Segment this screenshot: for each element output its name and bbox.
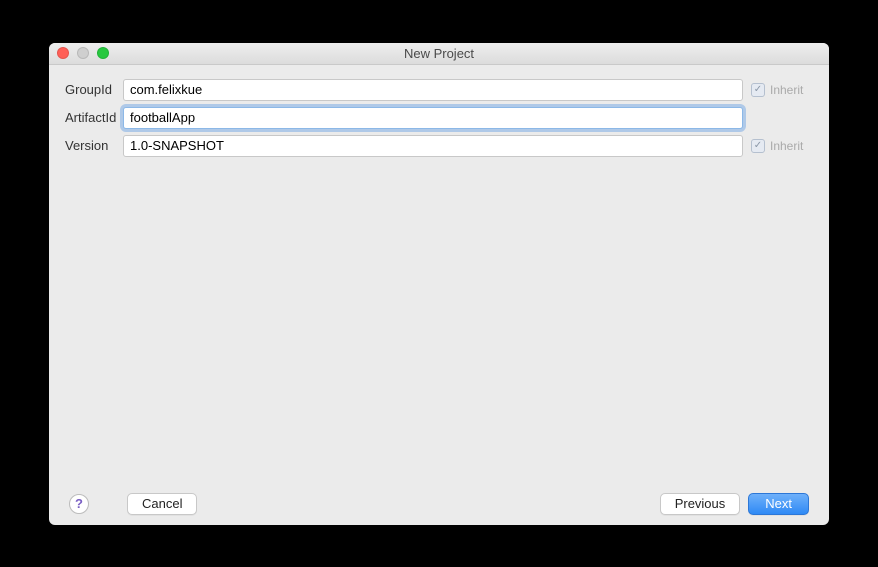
group-id-inherit: ✓ Inherit	[751, 83, 813, 97]
version-row: Version ✓ Inherit	[65, 135, 813, 157]
group-id-inherit-checkbox: ✓	[751, 83, 765, 97]
dialog-content: GroupId ✓ Inherit ArtifactId Version ✓ I…	[49, 65, 829, 525]
help-icon[interactable]: ?	[69, 494, 89, 514]
version-label: Version	[65, 138, 115, 153]
version-inherit-label: Inherit	[770, 139, 803, 153]
version-input[interactable]	[123, 135, 743, 157]
minimize-window-button	[77, 47, 89, 59]
group-id-label: GroupId	[65, 82, 115, 97]
group-id-inherit-label: Inherit	[770, 83, 803, 97]
close-window-button[interactable]	[57, 47, 69, 59]
version-inherit-checkbox: ✓	[751, 139, 765, 153]
window-title: New Project	[49, 46, 829, 61]
artifact-id-row: ArtifactId	[65, 107, 813, 129]
artifact-id-input[interactable]	[123, 107, 743, 129]
new-project-dialog: New Project GroupId ✓ Inherit ArtifactId…	[49, 43, 829, 525]
next-button[interactable]: Next	[748, 493, 809, 515]
group-id-row: GroupId ✓ Inherit	[65, 79, 813, 101]
traffic-lights	[57, 47, 109, 59]
form-area: GroupId ✓ Inherit ArtifactId Version ✓ I…	[65, 79, 813, 493]
previous-button[interactable]: Previous	[660, 493, 741, 515]
titlebar: New Project	[49, 43, 829, 65]
group-id-input[interactable]	[123, 79, 743, 101]
version-inherit: ✓ Inherit	[751, 139, 813, 153]
cancel-button[interactable]: Cancel	[127, 493, 197, 515]
artifact-id-label: ArtifactId	[65, 110, 115, 125]
dialog-footer: ? Cancel Previous Next	[65, 493, 813, 515]
maximize-window-button[interactable]	[97, 47, 109, 59]
